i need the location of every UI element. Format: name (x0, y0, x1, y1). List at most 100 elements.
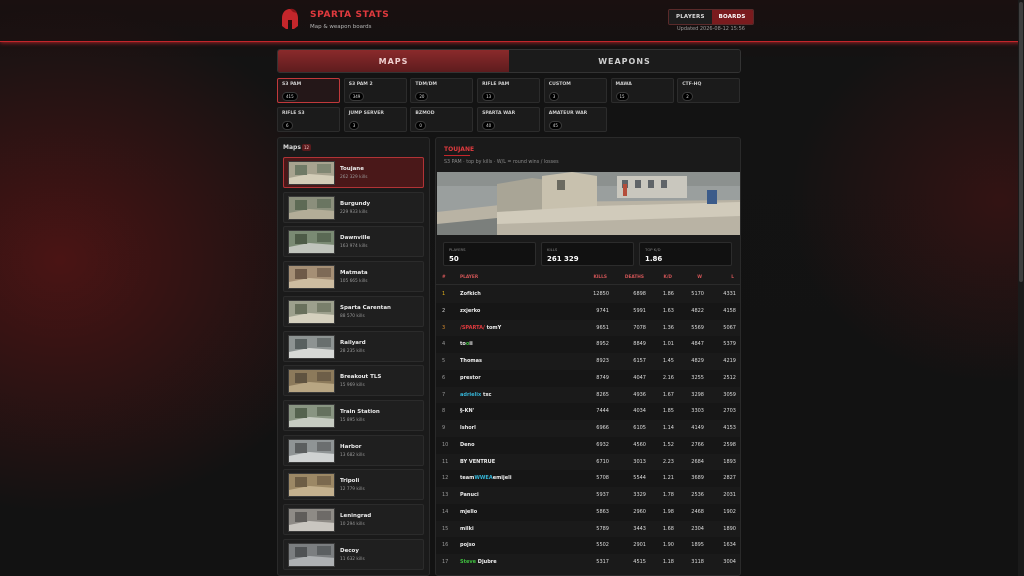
l-cell: 2031 (723, 492, 736, 498)
player-name-cell[interactable]: Thomas (460, 358, 482, 364)
table-row[interactable]: 8 §-KN' 7444 4034 1.85 3303 2703 (436, 403, 740, 421)
rank-cell: 1 (442, 291, 446, 297)
kills-cell: 5317 (596, 559, 609, 565)
category-button[interactable]: AMATEUR WAR 45 (543, 107, 607, 132)
table-row[interactable]: 5 Thomas 8923 6157 1.45 4829 4219 (436, 353, 740, 370)
rank-cell: 14 (442, 508, 449, 515)
table-row[interactable]: 7 adrielix txc 8265 4936 1.67 3298 3059 (436, 387, 740, 404)
player-name-part: txc (482, 391, 492, 398)
l-cell: 2703 (723, 408, 736, 415)
player-name-cell[interactable]: Steve Djubre (460, 559, 497, 565)
map-thumbnail (288, 403, 335, 428)
map-list-item[interactable]: Matmata 105 665 kills (283, 261, 424, 293)
tab-weapons[interactable]: WEAPONS (509, 50, 740, 72)
column-header[interactable]: KILLS (594, 275, 608, 280)
column-header[interactable]: # (442, 275, 446, 280)
player-name-cell[interactable]: tooii (460, 341, 473, 347)
rank-cell: 6 (442, 374, 446, 381)
column-header[interactable]: W (697, 275, 702, 280)
deaths-cell: 6157 (633, 358, 646, 364)
category-button[interactable]: CTF-HQ 2 (677, 78, 741, 103)
map-list-item[interactable]: Leningrad 10 294 kills (283, 504, 424, 535)
w-cell: 3118 (691, 559, 704, 565)
table-row[interactable]: 12 teamWWEAemijeli 5708 5544 1.21 3689 2827 (436, 470, 740, 488)
table-row[interactable]: 15 milki 5789 3443 1.68 2304 1890 (436, 521, 740, 538)
table-row[interactable]: 10 Deno 6932 4560 1.52 2766 2598 (436, 436, 740, 454)
table-row[interactable]: 11 BY VENTRUE 6710 3013 2.23 2684 1893 (436, 454, 740, 471)
category-button[interactable]: TDM/DM 20 (410, 78, 474, 103)
column-header[interactable]: K/D (664, 275, 672, 280)
map-list-item[interactable]: Tripoli 12 779 kills (283, 469, 424, 501)
column-header[interactable]: L (731, 275, 734, 280)
kd-cell: 2.23 (662, 458, 674, 465)
player-name-part: Deno (460, 441, 475, 448)
player-name-cell[interactable]: BY VENTRUE (460, 459, 495, 465)
player-name-cell[interactable]: mjello (460, 509, 477, 515)
nav-boards-button[interactable]: BOARDS (711, 10, 753, 24)
map-screenshot-art (437, 172, 740, 235)
map-list-item[interactable]: Decoy 11 632 kills (283, 538, 424, 570)
kills-cell: 5863 (596, 508, 609, 515)
map-list-item[interactable]: Dawnville 163 974 kills (283, 226, 424, 258)
category-button[interactable]: BZMOD 0 (410, 107, 474, 132)
category-button[interactable]: RIFLE PAM 13 (477, 78, 541, 103)
category-button[interactable]: S3 PAM 415 (277, 78, 340, 103)
page-scrollbar[interactable] (1018, 0, 1024, 576)
map-list-item[interactable]: Breakout TLS 15 969 kills (283, 365, 424, 397)
player-name-cell[interactable]: Panuci (460, 492, 479, 498)
deaths-cell: 3329 (633, 492, 646, 498)
kd-cell: 1.52 (662, 441, 674, 448)
map-list-item[interactable]: Harbor 13 682 kills (283, 434, 424, 466)
player-name-cell[interactable]: §-KN' (460, 408, 474, 414)
map-list-item[interactable]: Sparta Carentan 88 570 kills (283, 295, 424, 327)
table-row[interactable]: 13 Panuci 5937 3329 1.78 2536 2031 (436, 487, 740, 504)
category-button[interactable]: RIFLE S3 6 (277, 107, 340, 132)
l-cell: 1893 (723, 458, 736, 465)
tab-maps[interactable]: MAPS (278, 50, 509, 72)
player-name-part: tomY (486, 324, 502, 331)
column-header[interactable]: DEATHS (625, 275, 644, 280)
map-list-item[interactable]: Burgundy 229 933 kills (283, 191, 424, 223)
player-name-cell[interactable]: teamWWEAemijeli (460, 475, 512, 481)
rank-cell: 5 (442, 358, 446, 364)
player-name-cell[interactable]: prestor (460, 375, 481, 381)
kills-cell: 8923 (596, 358, 609, 364)
category-button[interactable]: CUSTOM 3 (543, 78, 607, 103)
map-list-item[interactable]: Train Station 15 895 kills (283, 399, 424, 431)
table-row[interactable]: 16 pojso 5502 2901 1.90 1895 1634 (436, 537, 740, 555)
category-button[interactable]: MAWA 15 (610, 78, 674, 103)
table-row[interactable]: 14 mjello 5863 2960 1.98 2468 1902 (436, 503, 740, 521)
nav-players-button[interactable]: PLAYERS (669, 10, 712, 24)
table-row[interactable]: 17 Steve Djubre 5317 4515 1.18 3118 3004 (436, 554, 740, 571)
category-button[interactable]: S3 PAM 2 349 (343, 78, 407, 103)
category-button[interactable]: SPARTA WAR 40 (477, 107, 541, 132)
player-name-cell[interactable]: Deno (460, 442, 475, 448)
player-name-cell[interactable]: Zofkich (460, 291, 481, 297)
column-header[interactable]: PLAYER (460, 275, 478, 280)
map-name: Burgundy (340, 200, 371, 207)
player-name-cell[interactable]: lshorl (460, 425, 476, 431)
map-list-item[interactable]: Railyard 28 235 kills (283, 330, 424, 362)
map-detail-title: TOUJANE (444, 146, 475, 153)
scrollbar-thumb[interactable] (1019, 2, 1023, 282)
player-name-part: Steve (460, 559, 477, 565)
player-name-cell[interactable]: zxjerko (460, 308, 480, 314)
l-cell: 5067 (723, 324, 736, 331)
category-name: TDM/DM (415, 82, 437, 87)
l-cell: 2827 (723, 475, 736, 482)
table-row[interactable]: 1 Zofkich 12850 6898 1.86 5170 4331 (436, 286, 740, 303)
deaths-cell: 4560 (633, 441, 646, 448)
map-list-item[interactable]: Toujane 262 329 kills (283, 157, 424, 188)
player-name-cell[interactable]: adrielix txc (460, 392, 492, 398)
table-row[interactable]: 3/SPARTA/ tomY 9651 7078 1.36 5569 5067 (436, 320, 740, 337)
board-tabs: MAPS WEAPONS (277, 49, 741, 73)
category-button[interactable]: JUMP SERVER 3 (343, 107, 407, 132)
table-row[interactable]: 6 prestor 8749 4047 2.16 3255 2512 (436, 369, 740, 387)
stat-label: TOP K/D (645, 247, 661, 252)
player-name-cell[interactable]: /SPARTA/ tomY (460, 325, 501, 331)
player-name-cell[interactable]: pojso (460, 542, 475, 548)
table-row[interactable]: 2 zxjerko 9741 5991 1.63 4822 4158 (436, 302, 740, 320)
player-name-cell[interactable]: milki (460, 526, 474, 532)
table-row[interactable]: 4 tooii 8952 8849 1.01 4847 5379 (436, 336, 740, 354)
table-row[interactable]: 9 lshorl 6966 6105 1.14 4149 4153 (436, 420, 740, 437)
